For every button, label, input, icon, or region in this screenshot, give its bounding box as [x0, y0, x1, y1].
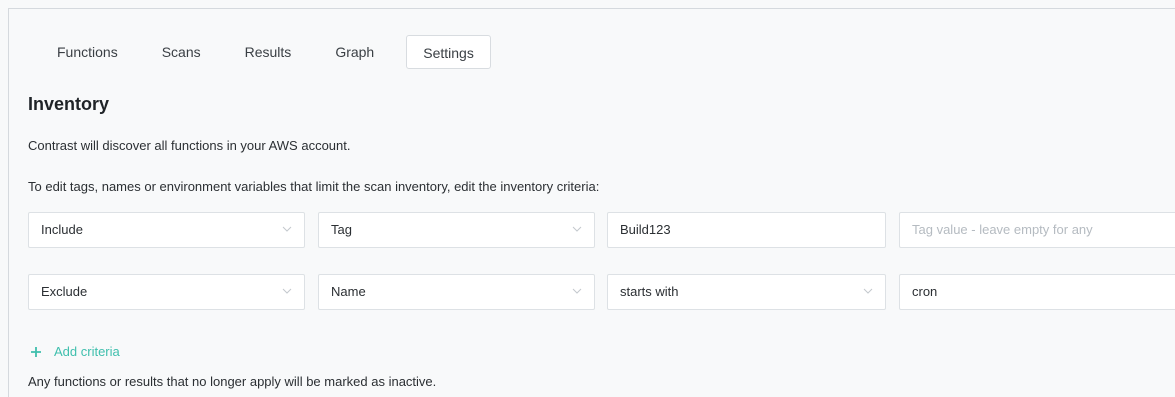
tab-settings[interactable]: Settings — [406, 35, 491, 69]
inventory-description: Contrast will discover all functions in … — [28, 138, 351, 153]
tag-value-placeholder: Tag value - leave empty for any — [912, 222, 1093, 237]
criteria-type-select[interactable]: Name — [318, 274, 595, 310]
criteria-operator-select[interactable]: starts with — [607, 274, 886, 310]
tab-functions[interactable]: Functions — [47, 35, 130, 69]
tab-results[interactable]: Results — [233, 35, 304, 69]
chevron-down-icon — [572, 288, 582, 294]
chevron-down-icon — [863, 288, 873, 294]
chevron-down-icon — [572, 226, 582, 232]
criteria-type-value: Tag — [331, 222, 352, 237]
tab-graph[interactable]: Graph — [323, 35, 386, 69]
criteria-mode-select[interactable]: Include — [28, 212, 305, 248]
criteria-mode-select[interactable]: Exclude — [28, 274, 305, 310]
tag-key-input[interactable]: Build123 — [607, 212, 886, 248]
name-value-input[interactable]: cron — [899, 274, 1175, 310]
add-criteria-button[interactable]: Add criteria — [30, 344, 120, 359]
tag-value-input[interactable]: Tag value - leave empty for any — [899, 212, 1175, 248]
plus-icon — [30, 346, 42, 358]
criteria-mode-value: Exclude — [41, 284, 88, 299]
criteria-operator-value: starts with — [620, 284, 679, 299]
criteria-type-select[interactable]: Tag — [318, 212, 595, 248]
inventory-instructions: To edit tags, names or environment varia… — [28, 179, 600, 194]
chevron-down-icon — [282, 226, 292, 232]
tab-scans[interactable]: Scans — [150, 35, 213, 69]
section-title: Inventory — [28, 94, 110, 114]
chevron-down-icon — [282, 288, 292, 294]
inactive-note: Any functions or results that no longer … — [28, 374, 437, 389]
criteria-mode-value: Include — [41, 222, 83, 237]
tab-bar: Functions Scans Results Graph Settings — [47, 33, 511, 71]
settings-panel: Functions Scans Results Graph Settings — [8, 8, 1175, 397]
add-criteria-label: Add criteria — [54, 344, 120, 359]
tag-key-value: Build123 — [620, 222, 671, 237]
name-value: cron — [912, 284, 938, 299]
criteria-type-value: Name — [331, 284, 366, 299]
